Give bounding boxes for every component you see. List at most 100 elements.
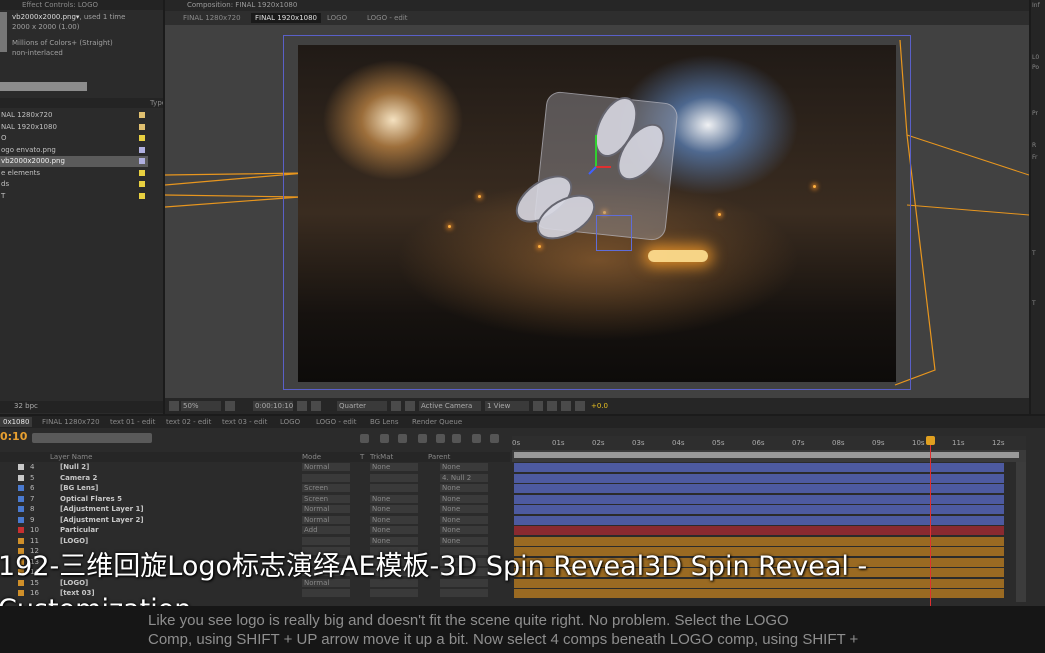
layer-row[interactable]: 6 [BG Lens] Screen None <box>0 483 510 494</box>
project-item[interactable]: ds <box>0 179 148 190</box>
type-column-header[interactable]: Type <box>150 98 163 108</box>
layer-row[interactable]: 5 Camera 2 4. Null 2 <box>0 473 510 484</box>
timecode-display[interactable]: 0:00:10:10 <box>253 401 293 411</box>
layer-parent-dropdown[interactable]: None <box>440 463 488 471</box>
layer-mode-dropdown[interactable] <box>302 536 350 545</box>
layer-trkmat-dropdown[interactable]: None <box>370 463 418 471</box>
motion-blur-icon[interactable] <box>436 434 445 443</box>
layer-search-input[interactable] <box>32 433 152 443</box>
timeline-icon[interactable] <box>547 401 557 411</box>
project-item[interactable]: NAL 1920x1080 <box>0 122 148 133</box>
layer-trkmat-dropdown[interactable]: None <box>370 536 418 545</box>
bpc-label[interactable]: 32 bpc <box>14 402 38 410</box>
label-color-swatch[interactable] <box>139 192 145 199</box>
layer-mode-dropdown[interactable]: Normal <box>302 463 350 471</box>
resolution-dropdown[interactable]: Quarter <box>337 401 387 411</box>
ghost-comp-tab[interactable]: FINAL 1280x720 <box>179 13 245 23</box>
timeline-tab-render-queue[interactable]: Render Queue <box>412 417 462 427</box>
layer-mode-dropdown[interactable]: Normal <box>302 505 350 513</box>
layer-label-color[interactable] <box>18 537 24 544</box>
graph-editor-icon[interactable] <box>452 434 461 443</box>
label-color-swatch[interactable] <box>139 112 145 118</box>
layer-label-color[interactable] <box>18 485 24 491</box>
layer-row[interactable]: 9 [Adjustment Layer 2] Normal None None <box>0 515 510 526</box>
layer-mode-dropdown[interactable]: Screen <box>302 494 350 503</box>
trkmat-header[interactable]: TrkMat <box>370 452 393 462</box>
footage-name[interactable]: vb2000x2000.png▾ <box>12 13 79 21</box>
safe-zones-icon[interactable] <box>225 401 235 411</box>
layer-mode-dropdown[interactable] <box>302 473 350 482</box>
work-area-bar[interactable] <box>512 450 1026 462</box>
layer-trkmat-dropdown[interactable]: None <box>370 494 418 503</box>
parent-header[interactable]: Parent <box>428 452 450 462</box>
always-preview-icon[interactable] <box>169 401 179 411</box>
effect-controls-tab[interactable]: Effect Controls: LOGO <box>0 0 163 10</box>
time-ruler[interactable]: 0s 01s 02s 03s 04s 05s 06s 07s 08s 09s 10s 11s 12s <box>512 436 1026 450</box>
info-tab[interactable]: Inf <box>1032 2 1040 10</box>
layer-name-header[interactable]: Layer Name <box>50 452 92 462</box>
timeline-tab-logo-edit[interactable]: LOGO - edit <box>316 417 357 427</box>
timeline-tab-logo[interactable]: LOGO <box>280 417 300 427</box>
layer-trkmat-dropdown[interactable] <box>370 484 418 492</box>
project-item[interactable]: T <box>0 191 148 202</box>
layer-parent-dropdown[interactable]: None <box>440 494 488 503</box>
layer-parent-dropdown[interactable]: None <box>440 515 488 524</box>
composition-tab[interactable]: Composition: FINAL 1920x1080 <box>187 0 297 10</box>
current-time-display[interactable]: 0:10 <box>0 430 27 444</box>
comp-flowchart-icon[interactable] <box>561 401 571 411</box>
breadcrumb-logo-edit[interactable]: LOGO - edit <box>363 13 412 23</box>
timeline-tab-text-03[interactable]: text 03 - edit <box>222 417 267 427</box>
text-tool-line[interactable]: T <box>1032 300 1036 308</box>
t-header[interactable]: T <box>360 452 364 462</box>
layer-trkmat-dropdown[interactable]: None <box>370 526 418 534</box>
layer-trkmat-dropdown[interactable]: None <box>370 515 418 524</box>
project-search-field[interactable] <box>0 82 87 91</box>
text-tool-line[interactable]: T <box>1032 250 1036 258</box>
composition-viewer[interactable] <box>165 25 1029 398</box>
comp-mini-flowchart-icon[interactable] <box>360 434 369 443</box>
layer-parent-dropdown[interactable]: 4. Null 2 <box>440 473 488 482</box>
timeline-tab-text-02[interactable]: text 02 - edit <box>166 417 211 427</box>
layer-label-color[interactable] <box>18 527 24 533</box>
layer-label-color[interactable] <box>18 474 24 481</box>
layer-parent-dropdown[interactable]: None <box>440 526 488 534</box>
project-item[interactable]: NAL 1280x720 <box>0 110 148 121</box>
layer-parent-dropdown[interactable]: None <box>440 536 488 545</box>
layer-trkmat-dropdown[interactable] <box>370 473 418 482</box>
label-color-swatch[interactable] <box>139 135 145 141</box>
project-item[interactable]: e elements <box>0 168 148 179</box>
exposure-reset-icon[interactable] <box>575 401 585 411</box>
frame-blending-icon[interactable] <box>418 434 427 443</box>
layer-mode-dropdown[interactable]: Screen <box>302 484 350 492</box>
fast-previews-icon[interactable] <box>533 401 543 411</box>
layer-row[interactable]: 4 [Null 2] Normal None None <box>0 462 510 473</box>
work-area-range[interactable] <box>514 452 1019 458</box>
layer-mode-dropdown[interactable]: Normal <box>302 515 350 524</box>
anchor-gizmo[interactable] <box>596 215 632 251</box>
camera-view-dropdown[interactable]: Active Camera <box>419 401 481 411</box>
layer-parent-dropdown[interactable]: None <box>440 505 488 513</box>
mode-header[interactable]: Mode <box>302 452 321 462</box>
exposure-value[interactable]: +0.0 <box>589 401 615 411</box>
timeline-tab-text-01[interactable]: text 01 - edit <box>110 417 155 427</box>
zoom-dropdown[interactable]: 50% <box>181 401 221 411</box>
layer-parent-dropdown[interactable]: None <box>440 484 488 492</box>
draft-3d-icon[interactable] <box>380 434 389 443</box>
label-color-swatch[interactable] <box>139 123 145 130</box>
breadcrumb-logo[interactable]: LOGO <box>323 13 351 23</box>
snapshot-icon[interactable] <box>297 401 307 411</box>
axis-gizmo-icon[interactable] <box>583 130 613 180</box>
label-color-swatch[interactable] <box>139 181 145 187</box>
layer-mode-dropdown[interactable]: Add <box>302 526 350 534</box>
preview-tab[interactable]: Pr <box>1032 110 1038 118</box>
layer-row[interactable]: 8 [Adjustment Layer 1] Normal None None <box>0 504 510 515</box>
layer-label-color[interactable] <box>18 464 24 470</box>
project-item[interactable]: vb2000x2000.png <box>0 156 148 167</box>
auto-keyframe-icon[interactable] <box>490 434 499 443</box>
label-color-swatch[interactable] <box>139 158 145 164</box>
breadcrumb-final-1920[interactable]: FINAL 1920x1080 <box>251 13 322 23</box>
color-channel-icon[interactable] <box>311 401 321 411</box>
timeline-tab-bg-lens[interactable]: BG Lens <box>370 417 399 427</box>
layer-trkmat-dropdown[interactable]: None <box>370 505 418 513</box>
view-layout-dropdown[interactable]: 1 View <box>485 401 529 411</box>
